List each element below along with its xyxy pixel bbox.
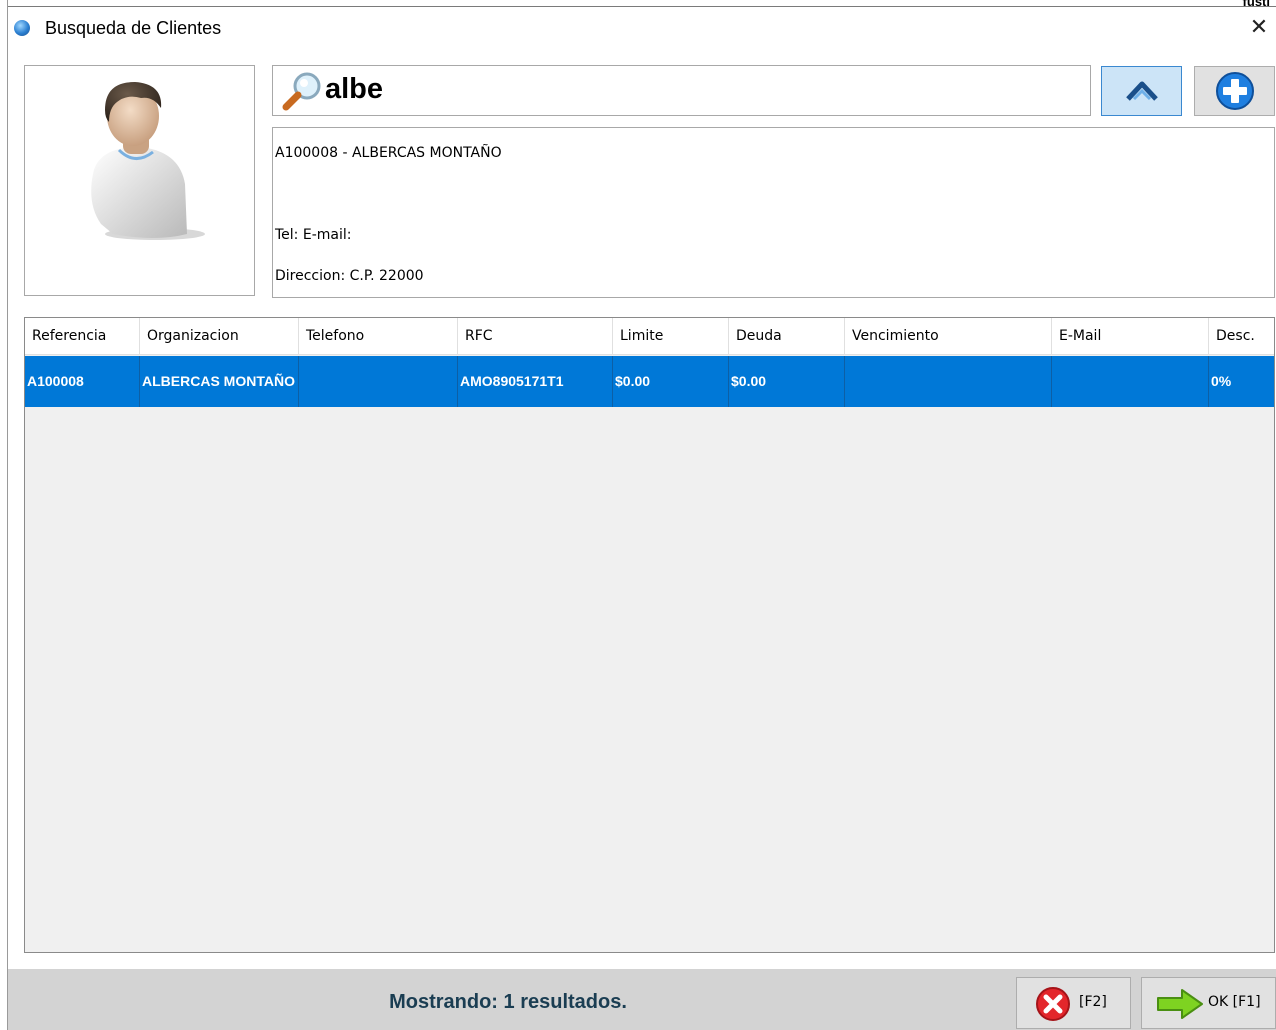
cell-telefono	[299, 356, 458, 407]
cancel-x-icon	[1036, 987, 1070, 1021]
ok-button[interactable]: OK [F1]	[1141, 977, 1276, 1029]
cell-email	[1052, 356, 1209, 407]
cell-deuda: $0.00	[729, 356, 845, 407]
column-header-vencimiento[interactable]: Vencimiento	[845, 318, 1052, 355]
search-input-value[interactable]: albe	[325, 73, 383, 106]
dialog-content: albe A100008 - ALBERCAS MONTAÑO Tel: E-m…	[8, 51, 1276, 969]
client-info-panel: A100008 - ALBERCAS MONTAÑO Tel: E-mail: …	[272, 127, 1275, 298]
column-header-desc[interactable]: Desc.	[1209, 318, 1274, 355]
app-icon	[14, 20, 30, 36]
window-title: Busqueda de Clientes	[45, 18, 222, 38]
cancel-button[interactable]: [F2]	[1016, 977, 1131, 1029]
client-header-text: A100008 - ALBERCAS MONTAÑO	[275, 145, 502, 161]
chevron-up-icon	[1125, 81, 1158, 101]
close-button[interactable]: ✕	[1246, 16, 1272, 42]
column-header-telefono[interactable]: Telefono	[299, 318, 458, 355]
results-count-text: Mostrando: 1 resultados.	[389, 991, 627, 1013]
cell-limite: $0.00	[613, 356, 729, 407]
cell-referencia: A100008	[25, 356, 140, 407]
add-client-button[interactable]	[1194, 66, 1275, 116]
title-bar: Busqueda de Clientes ✕	[8, 7, 1276, 51]
cell-vencimiento	[845, 356, 1052, 407]
dialog-window: Busqueda de Clientes ✕ albe A100008 - AL…	[8, 6, 1276, 1030]
column-header-rfc[interactable]: RFC	[458, 318, 613, 355]
ok-button-label: OK [F1]	[1208, 994, 1261, 1010]
cell-rfc: AMO8905171T1	[458, 356, 613, 407]
column-header-email[interactable]: E-Mail	[1052, 318, 1209, 355]
arrow-right-icon	[1157, 989, 1203, 1019]
cell-organizacion: ALBERCAS MONTAÑO	[140, 356, 299, 407]
column-header-deuda[interactable]: Deuda	[729, 318, 845, 355]
background-window-edge	[0, 0, 8, 1030]
cancel-button-label: [F2]	[1079, 994, 1107, 1010]
cell-desc: 0%	[1211, 372, 1232, 389]
client-address-text: Direccion: C.P. 22000	[275, 268, 424, 284]
client-contact-text: Tel: E-mail:	[275, 227, 352, 243]
status-bar: Mostrando: 1 resultados. [F2] OK [F1]	[8, 969, 1276, 1030]
results-grid[interactable]: Referencia Organizacion Telefono RFC Lim…	[24, 317, 1275, 953]
column-header-organizacion[interactable]: Organizacion	[140, 318, 299, 355]
plus-circle-icon	[1215, 72, 1254, 110]
table-row[interactable]: A100008 ALBERCAS MONTAÑO AMO8905171T1 $0…	[25, 356, 1274, 407]
search-field[interactable]: albe	[272, 65, 1091, 116]
column-header-referencia[interactable]: Referencia	[25, 318, 140, 355]
grid-header: Referencia Organizacion Telefono RFC Lim…	[25, 318, 1274, 355]
user-avatar-icon	[91, 82, 205, 240]
collapse-button[interactable]	[1101, 66, 1182, 116]
column-header-limite[interactable]: Limite	[613, 318, 729, 355]
client-avatar	[24, 65, 255, 296]
magnifier-search-icon	[282, 72, 321, 111]
